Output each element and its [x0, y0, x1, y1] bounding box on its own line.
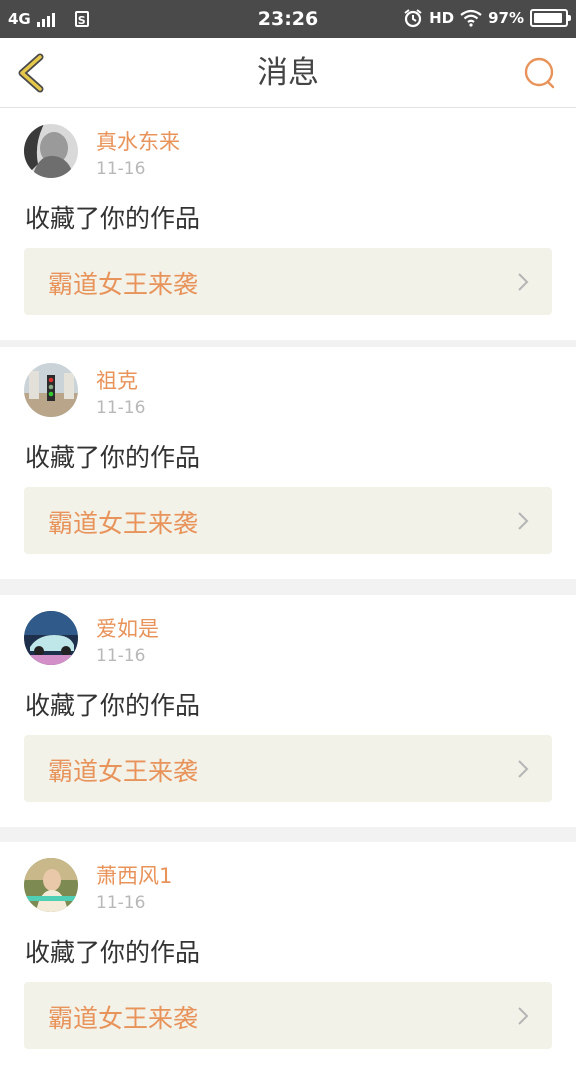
back-button[interactable] [10, 51, 54, 95]
work-title: 霸道女王来袭 [48, 270, 199, 299]
message-date: 11-16 [96, 893, 146, 913]
message-date: 11-16 [96, 159, 146, 179]
search-button[interactable] [522, 55, 558, 91]
battery-percent: 97% [488, 9, 524, 27]
status-bar: 4G S 23:26 HD 97% [0, 0, 576, 38]
work-link[interactable]: 霸道女王来袭 [24, 735, 552, 802]
message-action: 收藏了你的作品 [25, 443, 201, 472]
chevron-right-icon [518, 1007, 529, 1025]
avatar[interactable] [24, 124, 78, 178]
user-name[interactable]: 真水东来 [96, 126, 180, 156]
message-action: 收藏了你的作品 [25, 691, 201, 720]
message-card: 祖克 11-16 收藏了你的作品 霸道女王来袭 [0, 347, 576, 579]
message-card: 爱如是 11-16 收藏了你的作品 霸道女王来袭 [0, 595, 576, 827]
work-title: 霸道女王来袭 [48, 509, 199, 538]
work-link[interactable]: 霸道女王来袭 [24, 487, 552, 554]
alarm-icon [404, 9, 422, 28]
work-link[interactable]: 霸道女王来袭 [24, 982, 552, 1049]
chevron-right-icon [518, 273, 529, 291]
battery-icon [530, 9, 571, 27]
work-title: 霸道女王来袭 [48, 1004, 199, 1033]
message-card: 萧西风1 11-16 收藏了你的作品 霸道女王来袭 [0, 842, 576, 1074]
message-card: 真水东来 11-16 收藏了你的作品 霸道女王来袭 [0, 108, 576, 340]
wifi-icon [460, 9, 482, 27]
message-action: 收藏了你的作品 [25, 938, 201, 967]
app-header: 消息 [0, 38, 576, 108]
avatar[interactable] [24, 858, 78, 912]
work-title: 霸道女王来袭 [48, 757, 199, 786]
avatar[interactable] [24, 611, 78, 665]
message-date: 11-16 [96, 646, 146, 666]
page-title: 消息 [257, 55, 319, 91]
avatar[interactable] [24, 363, 78, 417]
user-name[interactable]: 祖克 [96, 365, 138, 395]
chevron-right-icon [518, 512, 529, 530]
chevron-right-icon [518, 760, 529, 778]
message-date: 11-16 [96, 398, 146, 418]
hd-label: HD [429, 9, 455, 27]
message-action: 收藏了你的作品 [25, 204, 201, 233]
user-name[interactable]: 萧西风1 [96, 860, 172, 890]
battery-fill [534, 13, 563, 23]
user-name[interactable]: 爱如是 [96, 613, 159, 643]
status-right: HD 97% [403, 8, 571, 28]
chevron-left-icon [18, 53, 44, 93]
work-link[interactable]: 霸道女王来袭 [24, 248, 552, 315]
